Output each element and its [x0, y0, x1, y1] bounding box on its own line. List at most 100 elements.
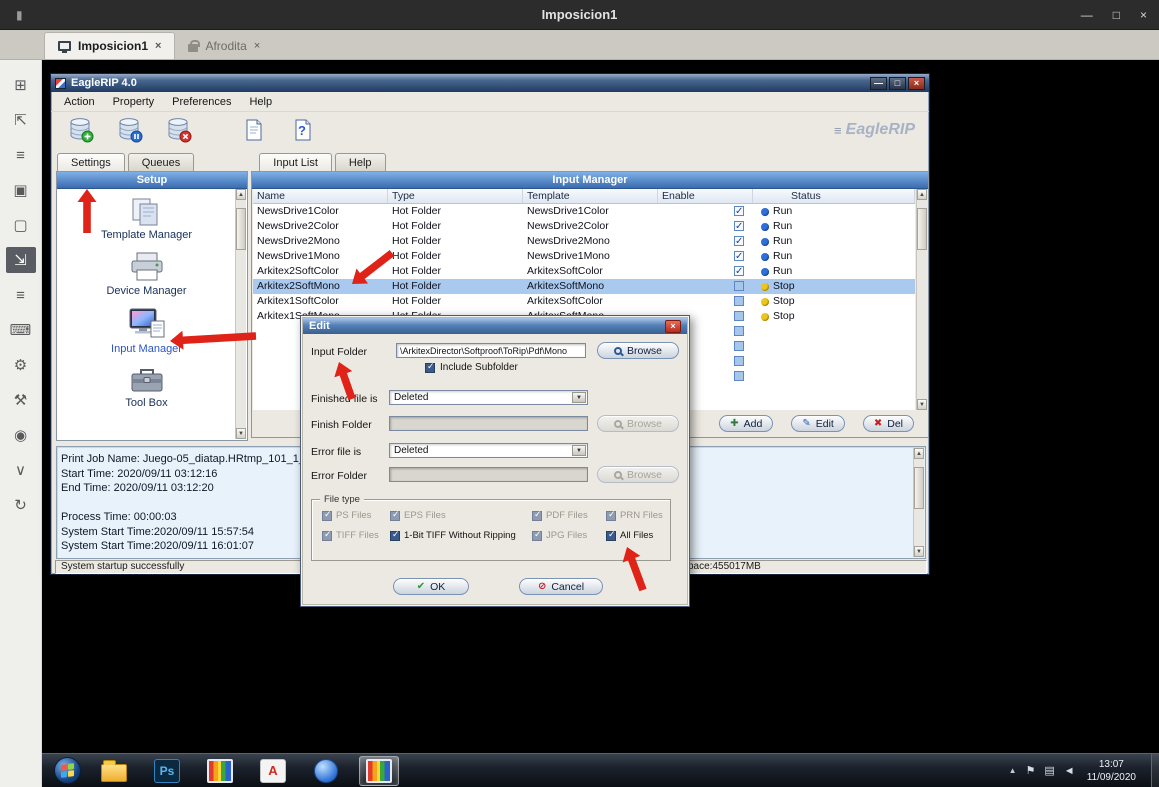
close-button[interactable]: × [1140, 8, 1147, 22]
table-row[interactable]: NewsDrive1Color Hot Folder NewsDrive1Col… [253, 204, 915, 219]
taskbar-imposition-app[interactable] [200, 756, 240, 786]
start-button[interactable] [54, 757, 81, 784]
column-header-name[interactable]: Name [253, 189, 388, 203]
delete-input-icon[interactable] [165, 117, 192, 143]
enable-checkbox[interactable] [734, 296, 744, 306]
maximize-button[interactable]: □ [1113, 8, 1120, 22]
new-document-icon[interactable] [240, 117, 267, 143]
column-header-enable[interactable]: Enable [658, 189, 753, 203]
setup-item-tool-box[interactable]: Tool Box [124, 364, 170, 409]
enable-checkbox[interactable] [734, 281, 744, 291]
edit-button[interactable]: ✎ Edit [791, 415, 844, 432]
file-type-checkbox[interactable]: PDF Files [532, 510, 606, 521]
table-row[interactable]: NewsDrive2Color Hot Folder NewsDrive2Col… [253, 219, 915, 234]
enable-checkbox[interactable] [734, 251, 744, 261]
error-file-select[interactable]: Deleted ▼ [389, 443, 588, 458]
enable-checkbox[interactable] [734, 311, 744, 321]
column-header-type[interactable]: Type [388, 189, 523, 203]
eaglerip-titlebar[interactable]: EagleRIP 4.0 — □ × [51, 74, 929, 92]
multi-monitor-icon[interactable]: ▣ [6, 177, 36, 203]
enable-checkbox[interactable] [734, 326, 744, 336]
enable-checkbox[interactable] [734, 221, 744, 231]
table-row[interactable]: Arkitex2SoftColor Hot Folder ArkitexSoft… [253, 264, 915, 279]
taskbar-browser[interactable] [306, 756, 346, 786]
dialog-close-button[interactable]: × [665, 320, 681, 333]
scaled-mode-icon[interactable]: ⇲ [6, 247, 36, 273]
tab-input-list[interactable]: Input List [259, 153, 332, 171]
menu-item[interactable]: Help [240, 94, 281, 110]
file-type-checkbox[interactable]: All Files [606, 530, 670, 541]
table-row[interactable]: Arkitex2SoftMono Hot Folder ArkitexSoftM… [253, 279, 915, 294]
column-header-template[interactable]: Template [523, 189, 658, 203]
setup-item-device-manager[interactable]: Device Manager [106, 250, 186, 297]
keyboard-icon[interactable]: ⌨ [6, 317, 36, 343]
dropdown-arrow-icon[interactable]: ▼ [572, 445, 586, 456]
preferences-icon[interactable]: ⚙ [6, 352, 36, 378]
grab-input-icon[interactable]: ⊞ [6, 72, 36, 98]
tray-volume-icon[interactable]: ◄ [1064, 765, 1075, 777]
enable-checkbox[interactable] [734, 266, 744, 276]
show-desktop-button[interactable] [1151, 754, 1159, 787]
log-scrollbar[interactable]: ▲ ▼ [913, 448, 924, 557]
scroll-up-icon[interactable]: ▲ [236, 189, 246, 200]
scroll-down-icon[interactable]: ▼ [914, 546, 924, 557]
input-folder-browse-button[interactable]: Browse [597, 342, 679, 359]
edit-dialog-titlebar[interactable]: Edit × [303, 318, 687, 334]
ok-button[interactable]: ✔ OK [393, 578, 469, 595]
tray-clock[interactable]: 13:07 11/09/2020 [1087, 758, 1136, 784]
tray-network-icon[interactable]: ▤ [1044, 764, 1054, 777]
tools-icon[interactable]: ⚒ [6, 387, 36, 413]
help-icon[interactable]: ? [289, 117, 316, 143]
stop-input-icon[interactable] [116, 117, 143, 143]
scroll-up-icon[interactable]: ▲ [917, 189, 927, 200]
include-subfolder-checkbox[interactable]: Include Subfolder [425, 362, 518, 373]
input-folder-field[interactable]: \ArkitexDirector\Softproof\ToRip\Pdf\Mon… [396, 343, 586, 358]
scroll-up-icon[interactable]: ▲ [914, 448, 924, 459]
setup-item-template-manager[interactable]: Template Manager [101, 196, 192, 241]
table-scrollbar[interactable]: ▲ ▼ [916, 189, 927, 410]
tab-afrodita[interactable]: Afrodita × [175, 32, 273, 59]
dropdown-arrow-icon[interactable]: ▼ [572, 392, 586, 403]
file-type-checkbox[interactable]: JPG Files [532, 530, 606, 541]
enable-checkbox[interactable] [734, 206, 744, 216]
table-row[interactable]: NewsDrive2Mono Hot Folder NewsDrive2Mono… [253, 234, 915, 249]
minimize-button[interactable]: — [1081, 8, 1093, 22]
menu-item[interactable]: Preferences [163, 94, 240, 110]
tab-close-icon[interactable]: × [254, 40, 260, 52]
reconnect-icon[interactable]: ↻ [6, 492, 36, 518]
file-type-checkbox[interactable]: PS Files [322, 510, 390, 521]
eaglerip-close-button[interactable]: × [908, 77, 925, 90]
add-button[interactable]: ✚ Add [719, 415, 773, 432]
menu-item[interactable]: Action [55, 94, 104, 110]
enable-checkbox[interactable] [734, 371, 744, 381]
delete-button[interactable]: ✖ Del [863, 415, 914, 432]
minimize-toolbar-icon[interactable]: ∨ [6, 457, 36, 483]
menu-item[interactable]: Property [104, 94, 164, 110]
table-row[interactable]: NewsDrive1Mono Hot Folder NewsDrive1Mono… [253, 249, 915, 264]
scroll-down-icon[interactable]: ▼ [236, 428, 246, 439]
enable-checkbox[interactable] [734, 356, 744, 366]
fullscreen-icon[interactable]: ⇱ [6, 107, 36, 133]
table-row[interactable]: Arkitex1SoftColor Hot Folder ArkitexSoft… [253, 294, 915, 309]
tray-show-hidden-icon[interactable]: ▲ [1009, 766, 1017, 775]
taskbar-explorer[interactable] [94, 756, 134, 786]
cancel-button[interactable]: ⊘ Cancel [519, 578, 603, 595]
eaglerip-maximize-button[interactable]: □ [889, 77, 906, 90]
tab-queues[interactable]: Queues [128, 153, 195, 171]
scrollbar-thumb[interactable] [236, 208, 246, 250]
tab-imposicion1[interactable]: Imposicion1 × [44, 32, 175, 59]
tab-help[interactable]: Help [335, 153, 386, 171]
file-type-checkbox[interactable]: PRN Files [606, 510, 670, 521]
taskbar-eaglerip-active[interactable] [359, 756, 399, 786]
enable-checkbox[interactable] [734, 341, 744, 351]
file-type-checkbox[interactable]: 1-Bit TIFF Without Ripping [390, 530, 532, 541]
tab-settings[interactable]: Settings [57, 153, 125, 171]
scrollbar-thumb[interactable] [917, 208, 927, 250]
file-type-checkbox[interactable]: EPS Files [390, 510, 532, 521]
tray-flag-icon[interactable]: ⚑ [1026, 764, 1036, 777]
file-type-checkbox[interactable]: TIFF Files [322, 530, 390, 541]
tab-close-icon[interactable]: × [155, 40, 161, 52]
scroll-down-icon[interactable]: ▼ [917, 399, 927, 410]
dynamic-resolution-icon[interactable]: ▢ [6, 212, 36, 238]
enable-checkbox[interactable] [734, 236, 744, 246]
